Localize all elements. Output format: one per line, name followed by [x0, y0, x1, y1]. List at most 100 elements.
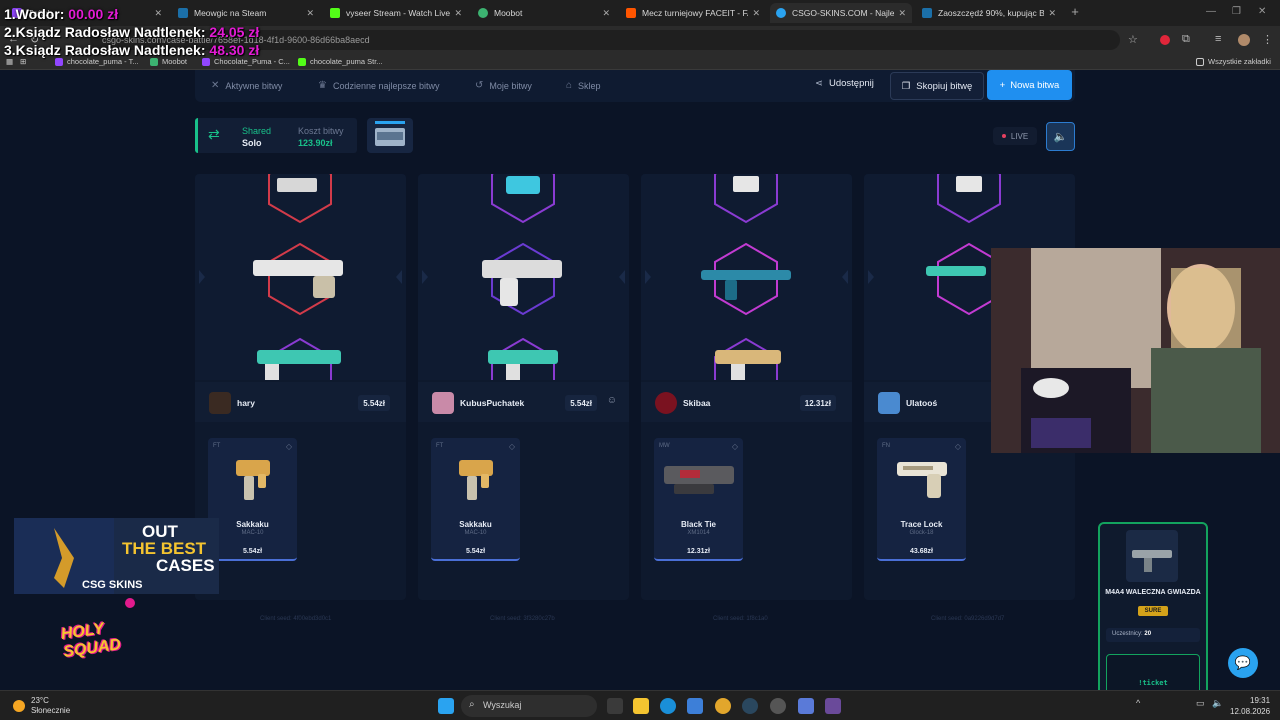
avatar[interactable] — [209, 392, 231, 414]
case-reel — [418, 174, 629, 411]
participants-row: Uczestnicy: 20 — [1106, 628, 1200, 642]
swords-icon: ✕ — [211, 80, 220, 91]
maximize-icon[interactable]: ❐ — [1232, 6, 1241, 17]
browser-tab[interactable]: Moobot ✕ — [472, 3, 616, 23]
new-tab-button[interactable]: + — [1068, 5, 1082, 19]
taskbar-search[interactable]: ⌕ Wyszukaj — [461, 695, 597, 717]
browser-tab[interactable]: Zaoszczędź 90%, kupując Black✕ — [916, 3, 1062, 23]
shield-icon: ◇ — [285, 442, 292, 451]
steam-icon[interactable] — [742, 698, 758, 714]
nav-active-battles[interactable]: ✕ Aktywne bitwy — [211, 80, 282, 91]
share-label: Udostępnij — [828, 78, 874, 89]
browser-tab[interactable]: vyseer Stream - Watch Live on ✕ — [324, 3, 468, 23]
player-total: 5.54zł — [358, 395, 390, 411]
explorer-icon[interactable] — [633, 698, 649, 714]
copy-battle-button[interactable]: ❐ Skopiuj bitwę — [890, 72, 984, 100]
menu-list-icon[interactable]: ≡ — [1215, 33, 1221, 45]
app-icon[interactable] — [825, 698, 841, 714]
sound-toggle-button[interactable]: 🔈 — [1046, 122, 1075, 151]
player-bar: hary 5.54zł — [195, 382, 406, 422]
nav-shop[interactable]: ⌂ Sklep — [566, 80, 601, 91]
participants-count: 20 — [1144, 631, 1152, 637]
plus-icon: + — [999, 79, 1006, 91]
promo-banner: OUT THE BEST CASES CSG SKINS — [14, 518, 219, 594]
copy-icon: ❐ — [901, 80, 911, 92]
avatar[interactable] — [432, 392, 454, 414]
close-window-icon[interactable]: ✕ — [1258, 6, 1266, 17]
nav-label: Aktywne bitwy — [225, 80, 283, 91]
trophy-icon: ♛ — [318, 80, 327, 91]
player-name[interactable]: hary — [237, 398, 255, 408]
case-reel — [195, 174, 406, 411]
item-card[interactable]: FN ◇ Trace Lock Glock-18 43.68zł — [877, 438, 966, 561]
browser-tab[interactable]: Mecz turniejowy FACEIT - FACE ✕ — [620, 3, 766, 23]
item-card[interactable]: FT ◇ Sakkaku MAC-10 5.54zł — [208, 438, 297, 561]
item-card[interactable]: FT ◇ Sakkaku MAC-10 5.54zł — [431, 438, 520, 561]
close-icon[interactable]: ✕ — [752, 8, 760, 19]
bookmark-item[interactable]: chocolate_puma Str... — [298, 57, 383, 66]
close-icon[interactable]: ✕ — [306, 8, 314, 19]
giveaway-item-image — [1126, 530, 1178, 582]
item-weapon: MAC-10 — [241, 530, 264, 536]
edge-icon[interactable] — [660, 698, 676, 714]
avatar[interactable] — [878, 392, 900, 414]
item-image — [664, 466, 734, 494]
browser-tab-active[interactable]: CSGO-SKINS.COM - Najlepsze✕ — [770, 3, 912, 23]
chrome-icon[interactable] — [715, 698, 731, 714]
share-button[interactable]: ⋖ Udostępnij — [815, 78, 874, 89]
close-icon[interactable]: ✕ — [898, 8, 906, 19]
store-icon[interactable] — [687, 698, 703, 714]
star-icon[interactable]: ☆ — [1128, 33, 1138, 46]
ranking-row: 2.Ksiądz Radosław Nadtlenek: 24.05 zł — [4, 23, 259, 41]
network-icon[interactable]: ▭ — [1196, 698, 1212, 714]
player-bar: KubusPuchatek 5.54zł ☺ — [418, 382, 629, 422]
paw-icon — [125, 598, 135, 608]
temperature: 23°C — [31, 696, 49, 705]
ticket-box: !ticket — [1106, 654, 1200, 694]
player-name[interactable]: Skibaa — [683, 398, 710, 408]
nav-daily-best[interactable]: ♛ Codzienne najlepsze bitwy — [318, 80, 440, 91]
close-icon[interactable]: ✕ — [602, 8, 610, 19]
chevron-up-icon[interactable]: ^ — [1136, 698, 1152, 714]
case-thumbnail[interactable] — [367, 118, 413, 153]
app-icon[interactable] — [798, 698, 814, 714]
battle-mode: Shared — [242, 126, 272, 136]
all-bookmarks[interactable]: Wszystkie zakładki — [1196, 57, 1271, 66]
avatar[interactable] — [655, 392, 677, 414]
battle-cost-value: 123.90zł — [298, 138, 333, 148]
task-view-icon[interactable] — [607, 698, 623, 714]
live-badge: LIVE — [993, 127, 1037, 145]
close-icon[interactable]: ✕ — [454, 8, 462, 19]
chat-button[interactable]: 💬 — [1228, 648, 1258, 678]
app-icon[interactable] — [770, 698, 786, 714]
item-condition: FN — [882, 443, 890, 449]
minimize-icon[interactable]: — — [1206, 6, 1216, 17]
extension-icon[interactable] — [1160, 35, 1170, 45]
item-card[interactable]: MW ◇ Black Tie XM1014 12.31zł — [654, 438, 743, 561]
battle-info: ⇄ Shared Solo Koszt bitwy 123.90zł — [195, 118, 357, 153]
close-icon[interactable]: ✕ — [1048, 8, 1056, 19]
nav-my-battles[interactable]: ↺ Moje bitwy — [475, 80, 532, 91]
ranking-overlay: 1.Wodor: 00.00 zł 2.Ksiądz Radosław Nadt… — [4, 5, 259, 59]
kick-icon — [298, 57, 306, 66]
speaker-icon: 🔈 — [1053, 131, 1068, 143]
item-image — [897, 462, 947, 498]
windows-start-icon[interactable] — [438, 698, 454, 714]
new-battle-button[interactable]: + Nowa bitwa — [987, 70, 1072, 100]
ranking-row: 3.Ksiądz Radosław Nadtlenek: 48.30 zł — [4, 41, 259, 59]
live-dot-icon — [1001, 134, 1006, 138]
volume-icon[interactable]: 🔈 — [1212, 698, 1228, 714]
kick-icon — [330, 8, 340, 18]
extensions-icon[interactable]: ⧉ — [1182, 33, 1190, 46]
kebab-menu-icon[interactable]: ⋮ — [1262, 33, 1273, 46]
player-name[interactable]: Ulatooś — [906, 398, 937, 408]
new-battle-label: Nowa bitwa — [1010, 79, 1060, 91]
battle-cost-label: Koszt bitwy — [298, 126, 344, 136]
player-column: KubusPuchatek 5.54zł ☺ FT ◇ Sakkaku MAC-… — [418, 174, 629, 600]
system-clock[interactable]: 19:31 12.08.2026 — [1230, 695, 1270, 717]
player-name[interactable]: KubusPuchatek — [460, 398, 524, 408]
smile-icon[interactable]: ☺ — [607, 395, 617, 406]
profile-avatar[interactable] — [1238, 34, 1250, 46]
item-condition: FT — [436, 443, 444, 449]
weather-widget[interactable]: 23°C Słonecznie — [13, 696, 70, 716]
